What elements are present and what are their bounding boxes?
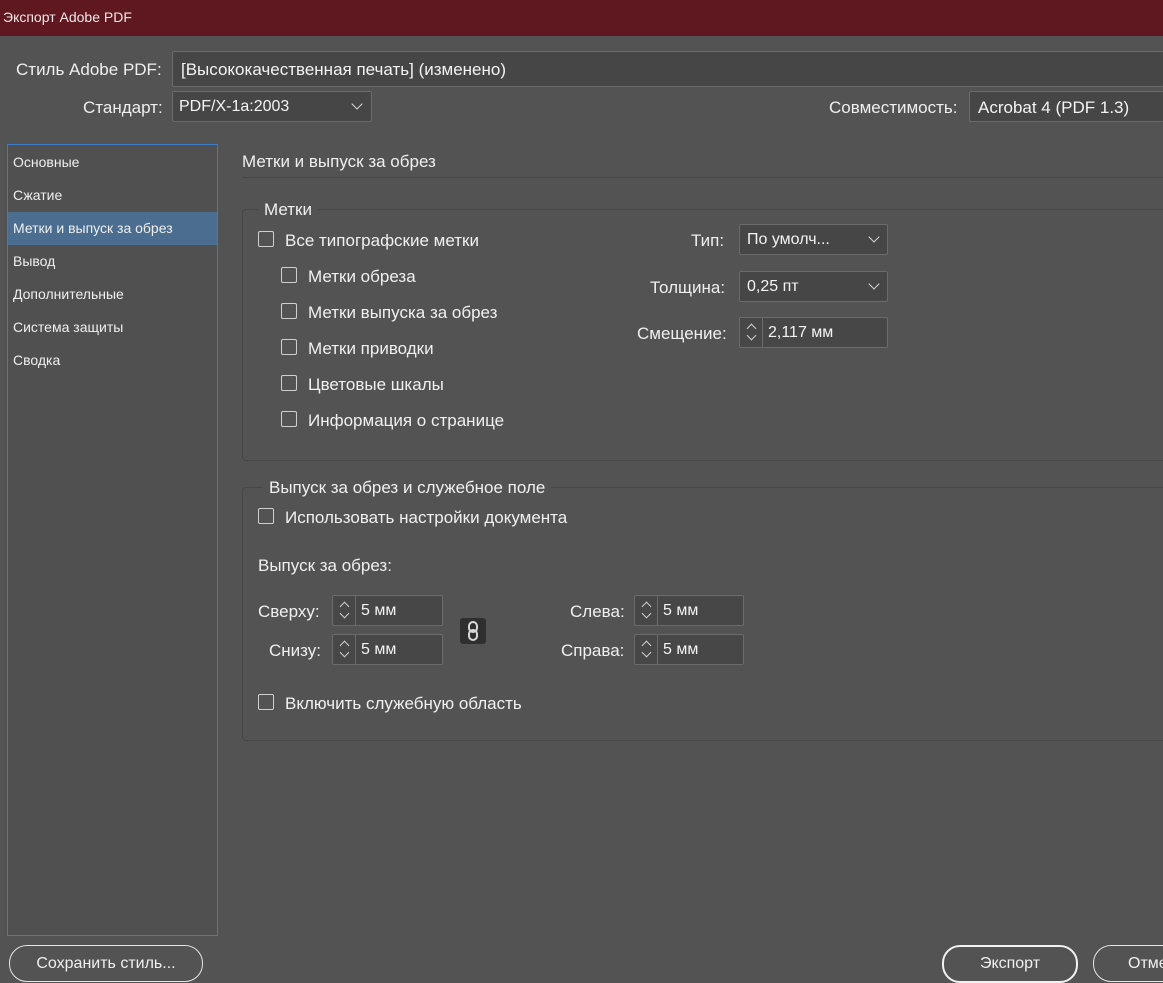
mark-weight-label: Толщина: [650,278,726,297]
chevron-down-icon [351,98,363,110]
mark-type-label: Тип: [691,231,725,250]
mark-type-dropdown[interactable]: По умолч... [739,224,888,255]
compatibility-dropdown[interactable]: Acrobat 4 (PDF 1.3) [969,91,1163,122]
sidebar-item-summary[interactable]: Сводка [8,344,217,377]
stepper-arrows[interactable] [333,596,356,625]
stepper-arrows[interactable] [635,635,658,664]
marks-legend: Метки [258,200,318,220]
stepper-down-icon[interactable] [641,647,652,658]
compatibility-label: Совместимость: [829,98,958,117]
stepper-arrows[interactable] [333,635,356,664]
page-info-checkbox[interactable] [281,411,297,427]
bleed-slug-legend: Выпуск за обрез и служебное поле [263,478,552,498]
sidebar-item-compression[interactable]: Сжатие [8,179,217,212]
chevron-down-icon [868,278,880,290]
sidebar-item-general[interactable]: Основные [8,146,217,179]
compatibility-value: Acrobat 4 (PDF 1.3) [978,98,1130,117]
mark-offset-label: Смещение: [637,324,727,343]
crop-marks-label: Метки обреза [308,267,416,286]
use-document-settings-label: Использовать настройки документа [285,508,568,527]
mark-offset-value: 2,117 мм [768,323,834,341]
include-slug-label: Включить служебную область [285,694,522,713]
standard-label: Стандарт: [83,98,163,117]
color-bars-label: Цветовые шкалы [308,375,444,394]
pdf-style-value: [Высококачественная печать] (изменено) [181,60,507,79]
standard-value: PDF/X-1a:2003 [179,98,290,115]
bleed-bottom-value: 5 мм [361,640,397,658]
bleed-top-label: Сверху: [258,602,320,621]
bleed-left-stepper[interactable]: 5 мм [634,595,744,626]
sidebar-nav: Основные Сжатие Метки и выпуск за обрез … [7,144,218,936]
bleed-left-label: Слева: [570,602,625,621]
chevron-down-icon [868,231,880,243]
include-slug-checkbox[interactable] [258,694,274,710]
stepper-down-icon[interactable] [339,608,350,619]
bleed-marks-label: Метки выпуска за обрез [308,303,498,322]
export-button[interactable]: Экспорт [942,945,1078,983]
registration-marks-label: Метки приводки [308,339,434,358]
page-info-label: Информация о странице [308,411,505,430]
bleed-bottom-label: Снизу: [269,641,321,660]
stepper-arrows[interactable] [635,596,658,625]
bleed-marks-checkbox[interactable] [281,303,297,319]
mark-type-value: По умолч... [747,231,830,248]
window-title-bar: Экспорт Adobe PDF [0,0,1163,36]
cancel-button[interactable]: Отмена [1093,945,1163,982]
stepper-down-icon[interactable] [746,330,757,341]
bleed-top-stepper[interactable]: 5 мм [332,595,443,626]
bleed-left-value: 5 мм [663,601,699,619]
panel-title: Метки и выпуск за обрез [242,152,436,171]
bleed-label: Выпуск за обрез: [258,556,392,575]
bleed-right-value: 5 мм [663,640,699,658]
save-style-button[interactable]: Сохранить стиль... [9,945,203,982]
panel-divider [242,177,1163,178]
mark-weight-dropdown[interactable]: 0,25 пт [739,271,888,302]
sidebar-item-marks-bleeds[interactable]: Метки и выпуск за обрез [8,212,217,245]
stepper-down-icon[interactable] [641,608,652,619]
bleed-bottom-stepper[interactable]: 5 мм [332,634,443,665]
mark-weight-value: 0,25 пт [747,278,799,295]
stepper-arrows[interactable] [740,318,763,347]
sidebar-item-security[interactable]: Система защиты [8,311,217,344]
crop-marks-checkbox[interactable] [281,267,297,283]
window-title: Экспорт Adobe PDF [3,9,132,25]
all-marks-label: Все типографские метки [285,231,479,250]
sidebar-item-output[interactable]: Вывод [8,245,217,278]
bleed-top-value: 5 мм [361,601,397,619]
pdf-style-label: Стиль Adobe PDF: [16,60,162,79]
sidebar-item-advanced[interactable]: Дополнительные [8,278,217,311]
use-document-settings-checkbox[interactable] [258,508,274,524]
stepper-down-icon[interactable] [339,647,350,658]
all-marks-checkbox[interactable] [258,231,274,247]
bleed-right-label: Справа: [561,641,625,660]
standard-dropdown[interactable]: PDF/X-1a:2003 [172,91,372,122]
bleed-right-stepper[interactable]: 5 мм [634,634,744,665]
registration-marks-checkbox[interactable] [281,339,297,355]
color-bars-checkbox[interactable] [281,375,297,391]
pdf-style-dropdown[interactable]: [Высококачественная печать] (изменено) [172,51,1163,87]
mark-offset-stepper[interactable]: 2,117 мм [739,317,888,348]
link-chain-icon[interactable] [460,618,486,644]
